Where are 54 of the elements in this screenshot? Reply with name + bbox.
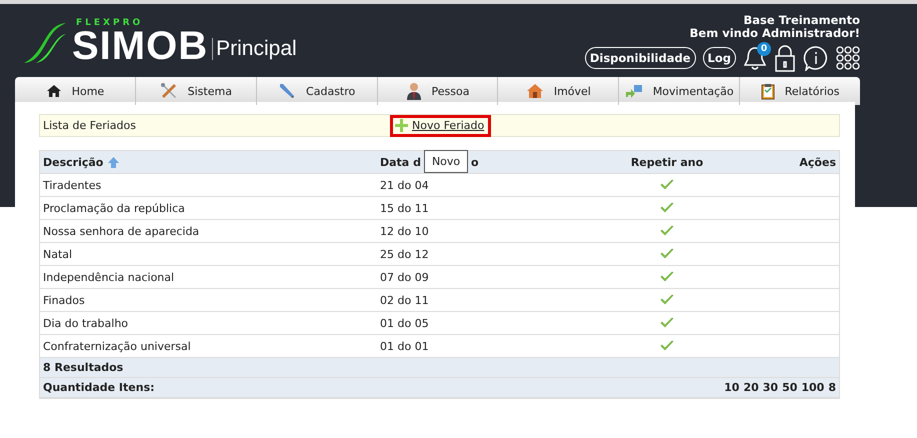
table-cell: 15 do 11 (380, 202, 429, 214)
table-cell: Independência nacional (43, 270, 174, 284)
brand-tagline: FLEXPRO (76, 19, 144, 28)
table-cell: 02 do 11 (380, 294, 429, 306)
table-cell: Natal (43, 248, 72, 260)
house-icon (526, 83, 544, 99)
results-count: 8 Resultados (43, 361, 124, 374)
person-icon (406, 82, 422, 100)
new-holiday-link[interactable]: Novo Feriado (390, 114, 492, 136)
base-name: Base Treinamento (744, 14, 860, 27)
tools-icon (160, 82, 178, 100)
availability-button[interactable]: Disponibilidade (584, 47, 696, 69)
list-title: Lista de Feriados (43, 119, 137, 132)
nav-item[interactable]: Relatórios (740, 77, 860, 105)
clipboard-icon (760, 82, 775, 100)
welcome-text: Bem vindo Administrador! (690, 27, 860, 40)
table-cell: 07 do 09 (380, 270, 429, 284)
page-size-link[interactable]: 8 (828, 381, 836, 394)
table-cell: 01 do 01 (380, 340, 429, 352)
quantity-label: Quantidade Itens: (43, 381, 155, 394)
table-cell: 12 do 10 (380, 224, 429, 238)
info-icon[interactable] (803, 45, 829, 71)
page-size-link[interactable]: 20 (743, 381, 759, 394)
lock-icon[interactable] (774, 44, 796, 72)
table-cell: Finados (43, 294, 85, 306)
tooltip: Novo (424, 150, 468, 172)
table-cell: Tiradentes (43, 178, 102, 192)
table-cell: 21 do 04 (380, 178, 429, 192)
home-icon (46, 84, 62, 98)
table-cell: Confraternização universal (43, 340, 191, 352)
table-cell: Proclamação da república (43, 202, 185, 214)
page-size-link[interactable]: 30 (762, 381, 778, 394)
bell-icon[interactable] (743, 45, 767, 71)
column-header[interactable]: o (470, 156, 479, 168)
notification-badge: 0 (757, 42, 771, 56)
page-size-link[interactable]: 50 (782, 381, 798, 394)
column-header[interactable]: Repetir ano (630, 156, 704, 168)
section-title: Principal (212, 38, 297, 60)
table-cell: 25 do 12 (380, 248, 429, 260)
table-cell: Nossa senhora de aparecida (43, 224, 200, 238)
move-icon (624, 84, 643, 98)
page-size-link[interactable]: 100 (801, 381, 824, 394)
table-cell: 01 do 05 (380, 316, 429, 330)
brand-name: SIMOB (72, 28, 208, 64)
page-size-link[interactable]: 10 (724, 381, 740, 394)
column-header[interactable]: Descrição (43, 156, 104, 168)
table-cell: Dia do trabalho (43, 316, 128, 330)
log-button[interactable]: Log (702, 47, 736, 69)
plus-icon (395, 119, 408, 132)
apps-grid-icon[interactable] (836, 45, 860, 71)
leaf-logo-icon (22, 22, 68, 64)
column-header[interactable]: Ações (799, 156, 836, 168)
pen-icon (278, 82, 296, 100)
column-header[interactable]: Data d (380, 156, 421, 168)
